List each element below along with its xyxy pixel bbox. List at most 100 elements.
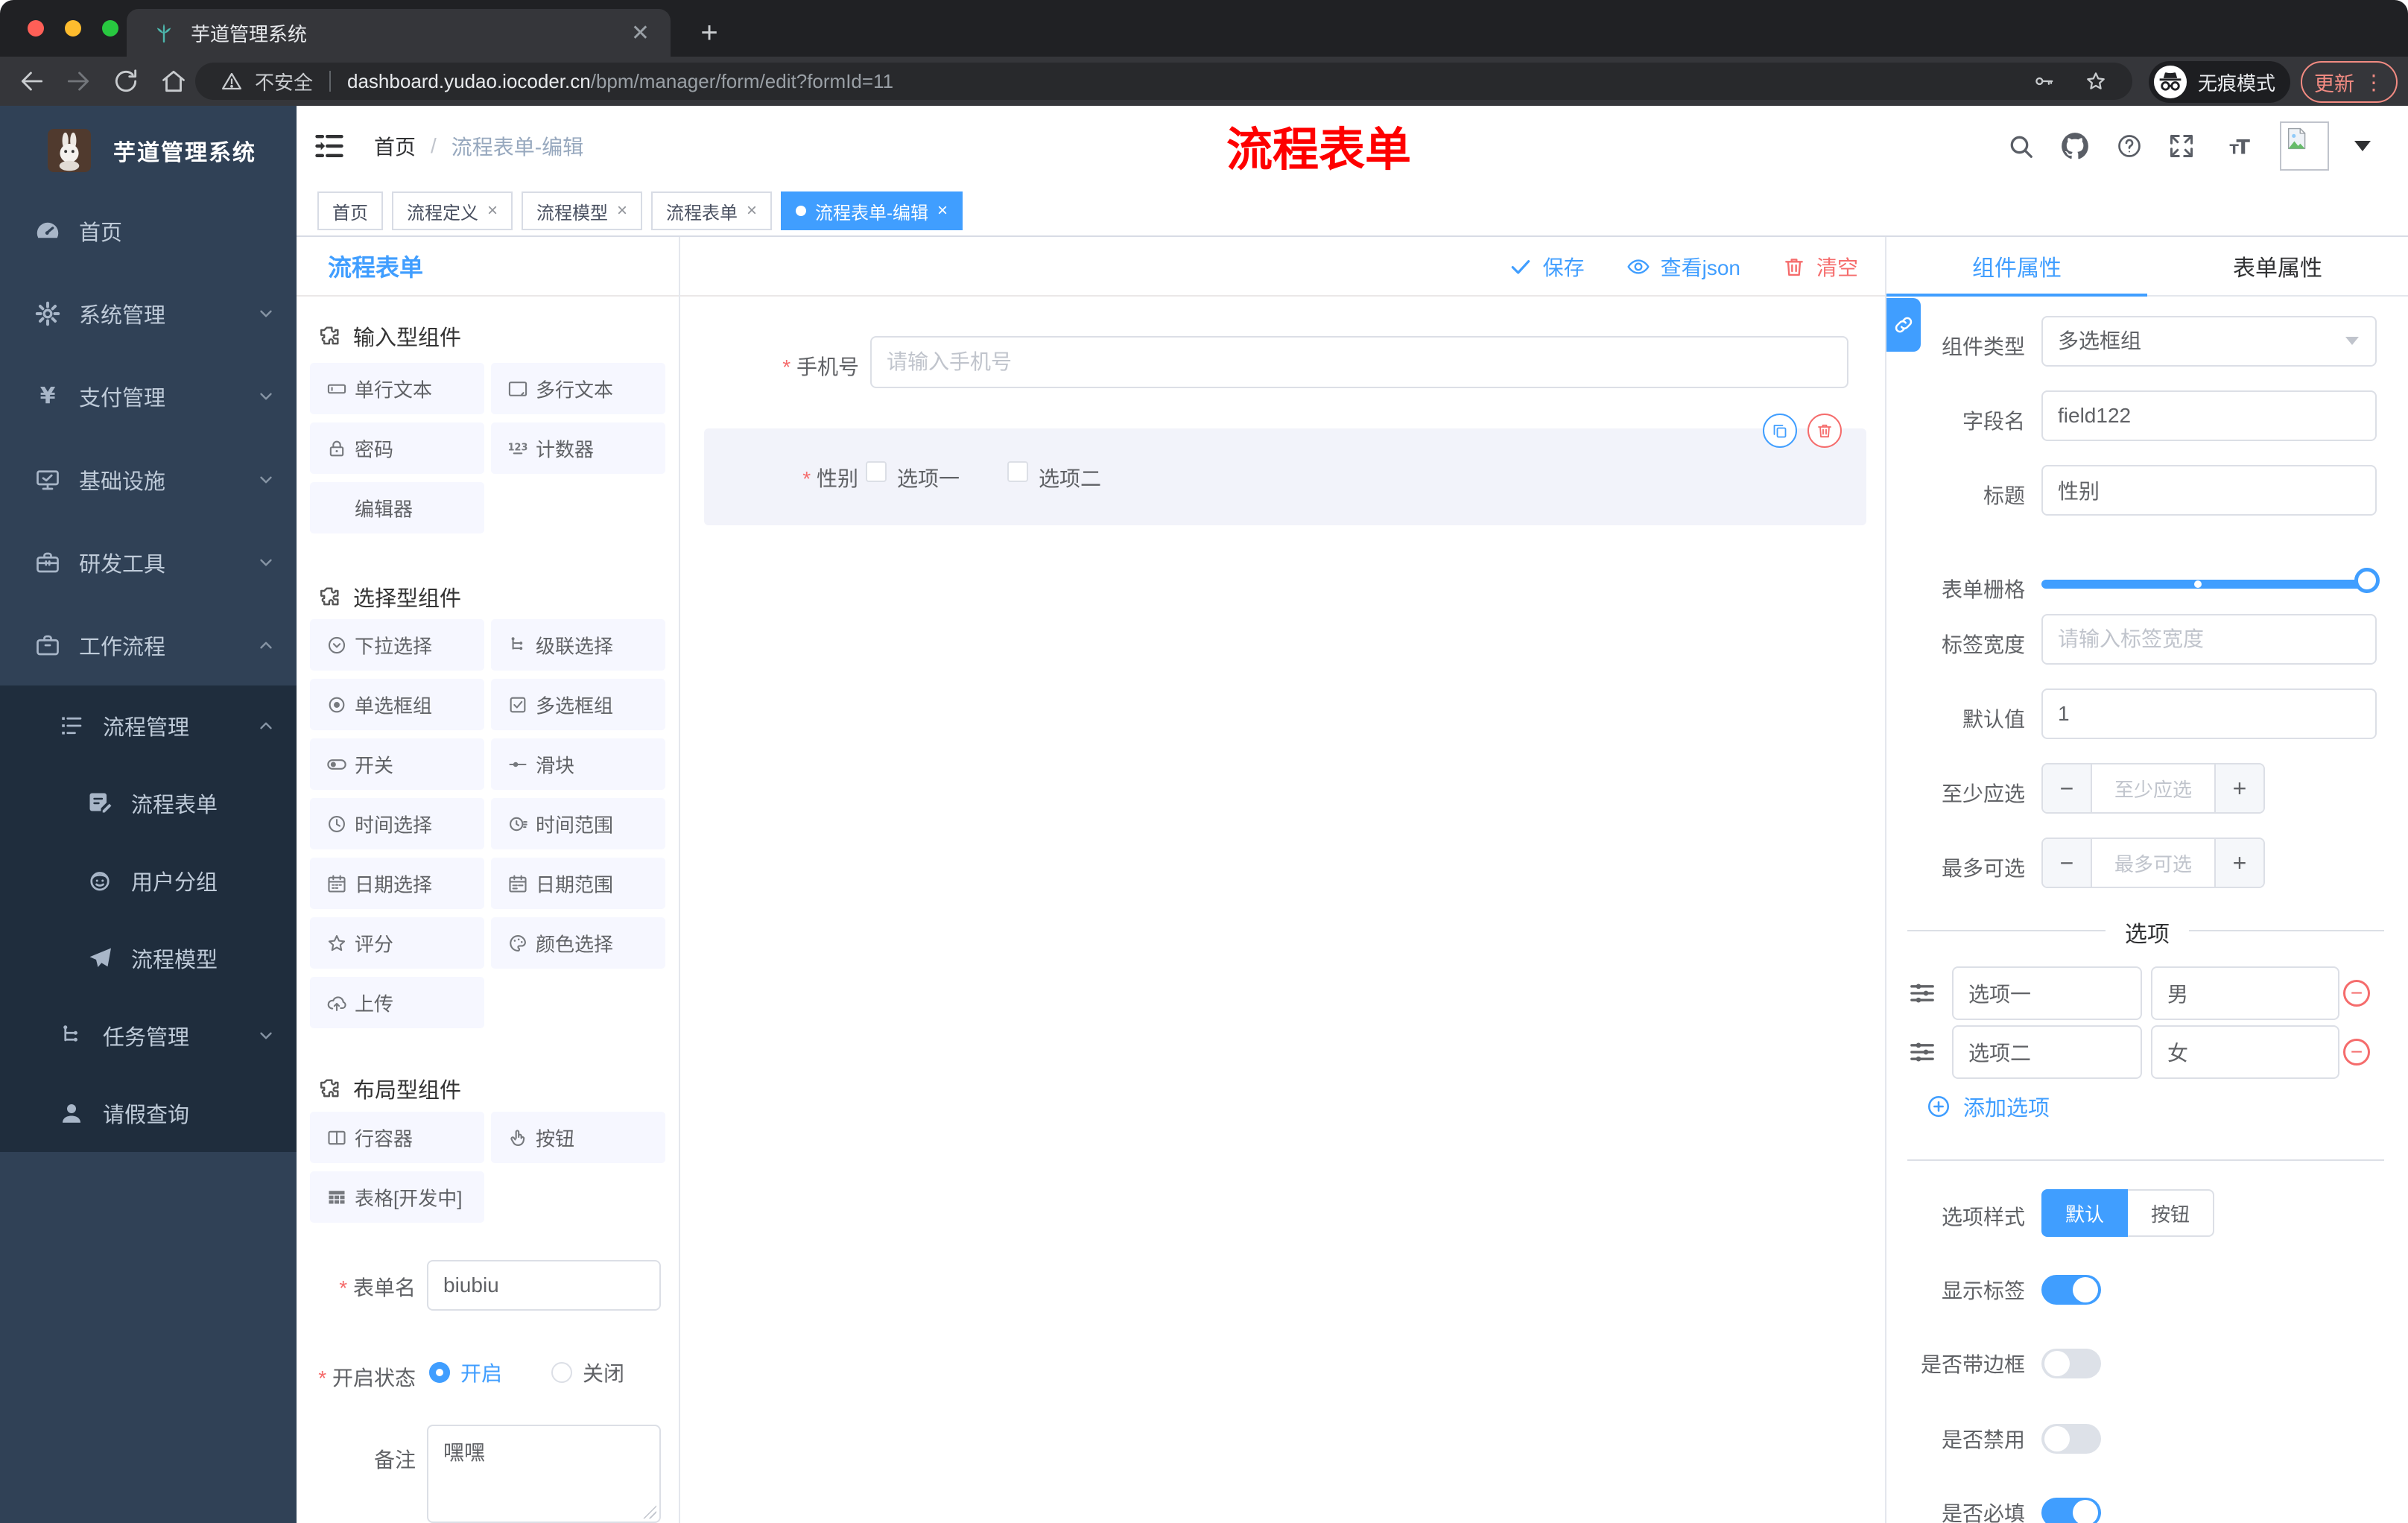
tag-process-definition[interactable]: 流程定义 ×: [392, 191, 513, 230]
sidebar-item-task-management[interactable]: 任务管理: [0, 997, 297, 1074]
sidebar-item-workflow[interactable]: 工作流程: [0, 604, 297, 686]
sidebar-item-devtools[interactable]: 研发工具: [0, 521, 297, 604]
option-style-button-button[interactable]: 按钮: [2128, 1189, 2214, 1237]
field-name-input[interactable]: [2041, 390, 2377, 441]
window-zoom-button[interactable]: [102, 20, 118, 37]
palette-item-editor[interactable]: 编辑器: [310, 482, 484, 533]
sidebar-item-system[interactable]: 系统管理: [0, 272, 297, 355]
view-json-button[interactable]: 查看json: [1626, 252, 1740, 282]
palette-item-checkbox-group[interactable]: 多选框组: [491, 679, 665, 730]
stepper-decrease-button[interactable]: −: [2043, 839, 2092, 887]
address-bar[interactable]: 不安全 dashboard.yudao.iocoder.cn/bpm/manag…: [195, 63, 2132, 100]
clear-button[interactable]: 清空: [1782, 252, 1858, 282]
sidebar-item-leave-query[interactable]: 请假查询: [0, 1074, 297, 1152]
sidebar-item-payment[interactable]: ¥ 支付管理: [0, 355, 297, 437]
tag-process-form-edit[interactable]: 流程表单-编辑 ×: [781, 191, 963, 230]
min-select-placeholder[interactable]: 至少应选: [2092, 764, 2214, 812]
home-icon[interactable]: [159, 67, 188, 95]
drag-handle-icon[interactable]: [1907, 978, 1937, 1008]
palette-item-counter[interactable]: 123 计数器: [491, 422, 665, 474]
add-option-button[interactable]: 添加选项: [1926, 1091, 2050, 1122]
drag-handle-icon[interactable]: [1907, 1037, 1937, 1067]
option-2-name-input[interactable]: [1952, 1025, 2142, 1079]
palette-item-time-range[interactable]: 时间范围: [491, 798, 665, 849]
kebab-menu-icon[interactable]: ⋮: [2363, 70, 2384, 95]
sidebar-item-process-form[interactable]: 流程表单: [0, 764, 297, 842]
palette-item-radio-group[interactable]: 单选框组: [310, 679, 484, 730]
tag-close-icon[interactable]: ×: [937, 200, 948, 221]
palette-item-upload[interactable]: 上传: [310, 977, 484, 1028]
component-type-select[interactable]: 多选框组: [2041, 316, 2377, 367]
stepper-increase-button[interactable]: +: [2214, 764, 2263, 812]
fullscreen-icon[interactable]: [2168, 133, 2195, 159]
disabled-switch[interactable]: [2041, 1424, 2101, 1454]
gender-checkbox-1[interactable]: [866, 461, 887, 482]
remove-option-icon[interactable]: −: [2343, 980, 2370, 1007]
font-size-icon[interactable]: TT: [2220, 133, 2255, 159]
palette-item-select[interactable]: 下拉选择: [310, 619, 484, 671]
status-radio-off[interactable]: 关闭: [551, 1358, 624, 1387]
sidebar-item-process-management[interactable]: 流程管理: [0, 687, 297, 764]
resize-grip[interactable]: [643, 1505, 656, 1519]
sidebar-item-home[interactable]: 首页: [0, 189, 297, 272]
gender-checkbox-2[interactable]: [1007, 461, 1028, 482]
back-icon[interactable]: [18, 67, 46, 95]
window-minimize-button[interactable]: [65, 20, 81, 37]
status-radio-on[interactable]: 开启: [429, 1358, 502, 1387]
palette-item-date-range[interactable]: 日期范围: [491, 858, 665, 909]
stepper-decrease-button[interactable]: −: [2043, 764, 2092, 812]
palette-item-row-container[interactable]: 行容器: [310, 1112, 484, 1163]
palette-item-table[interactable]: 表格[开发中]: [310, 1171, 484, 1223]
max-select-placeholder[interactable]: 最多可选: [2092, 839, 2214, 887]
palette-item-switch[interactable]: 开关: [310, 738, 484, 790]
required-switch[interactable]: [2041, 1498, 2101, 1523]
tag-process-model[interactable]: 流程模型 ×: [522, 191, 643, 230]
phone-field-input[interactable]: [870, 336, 1848, 388]
tag-process-form[interactable]: 流程表单 ×: [651, 191, 773, 230]
default-value-input[interactable]: [2041, 688, 2377, 739]
save-button[interactable]: 保存: [1509, 252, 1585, 282]
sidebar-logo[interactable]: 芋道管理系统: [0, 112, 297, 189]
bookmark-star-icon[interactable]: [2085, 70, 2107, 92]
gender-option-1-label[interactable]: 选项一: [897, 463, 960, 493]
tab-form-props[interactable]: 表单属性: [2147, 237, 2408, 295]
palette-item-slider[interactable]: 滑块: [491, 738, 665, 790]
palette-item-date-picker[interactable]: 日期选择: [310, 858, 484, 909]
tab-close-icon[interactable]: ✕: [631, 20, 650, 46]
warning-icon[interactable]: [221, 70, 243, 92]
gender-option-2-label[interactable]: 选项二: [1039, 463, 1101, 493]
help-icon[interactable]: [2116, 133, 2143, 159]
copy-component-button[interactable]: [1763, 414, 1797, 448]
form-name-input[interactable]: [427, 1260, 661, 1311]
palette-item-color-picker[interactable]: 颜色选择: [491, 917, 665, 969]
sidebar-item-process-model[interactable]: 流程模型: [0, 919, 297, 997]
sidebar-item-user-group[interactable]: 用户分组: [0, 842, 297, 919]
show-label-switch[interactable]: [2041, 1275, 2101, 1305]
breadcrumb-home[interactable]: 首页: [374, 131, 416, 161]
with-border-switch[interactable]: [2041, 1349, 2101, 1378]
title-input[interactable]: [2041, 465, 2377, 516]
selected-component-gender[interactable]: 性别 选项一 选项二: [704, 428, 1866, 525]
tag-close-icon[interactable]: ×: [487, 200, 498, 221]
key-icon[interactable]: [2032, 70, 2055, 92]
palette-item-single-text[interactable]: 单行文本: [310, 363, 484, 414]
github-icon[interactable]: [2059, 130, 2091, 162]
reload-icon[interactable]: [112, 67, 140, 95]
tab-component-props[interactable]: 组件属性: [1886, 237, 2147, 295]
palette-item-button[interactable]: 按钮: [491, 1112, 665, 1163]
tag-home[interactable]: 首页: [317, 191, 383, 230]
palette-item-multi-text[interactable]: 多行文本: [491, 363, 665, 414]
option-style-default-button[interactable]: 默认: [2041, 1189, 2128, 1237]
sidebar-collapse-icon[interactable]: [313, 130, 346, 162]
slider-handle[interactable]: [2354, 568, 2380, 593]
caret-down-icon[interactable]: [2354, 141, 2371, 151]
option-2-value-input[interactable]: [2151, 1025, 2339, 1079]
new-tab-button[interactable]: +: [693, 16, 726, 49]
browser-tab[interactable]: 芋道管理系统 ✕: [127, 9, 671, 57]
forward-icon[interactable]: [64, 67, 92, 95]
palette-item-rate[interactable]: 评分: [310, 917, 484, 969]
option-1-name-input[interactable]: [1952, 966, 2142, 1020]
form-grid-slider[interactable]: [2041, 580, 2363, 589]
avatar[interactable]: [2280, 121, 2329, 171]
tag-close-icon[interactable]: ×: [617, 200, 627, 221]
